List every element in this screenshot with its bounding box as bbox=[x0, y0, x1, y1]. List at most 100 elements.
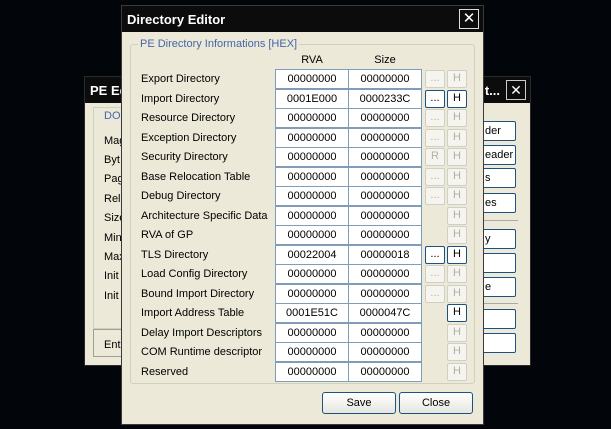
close-button[interactable]: Close bbox=[399, 392, 473, 414]
hex-view-button: H bbox=[447, 70, 467, 88]
size-input[interactable]: 0000233C bbox=[348, 88, 422, 109]
browse-button: ... bbox=[425, 109, 445, 128]
directory-name-label: RVA of GP bbox=[141, 229, 194, 242]
rva-input[interactable]: 00000000 bbox=[275, 225, 349, 246]
browse-button: ... bbox=[425, 187, 445, 206]
directory-name-label: Load Config Directory bbox=[141, 268, 248, 281]
browse-button: ... bbox=[425, 128, 445, 147]
rva-input[interactable]: 00000000 bbox=[275, 264, 349, 285]
rva-input[interactable]: 00000000 bbox=[275, 69, 349, 89]
size-input[interactable]: 00000000 bbox=[348, 283, 422, 304]
directory-name-label: Export Directory bbox=[141, 73, 220, 85]
hex-view-button: H bbox=[447, 343, 467, 362]
pe-editor-close-icon[interactable]: ✕ bbox=[506, 80, 526, 100]
directory-name-label: COM Runtime descriptor bbox=[141, 346, 263, 359]
pe-editor-side-button[interactable]: es bbox=[482, 193, 516, 213]
hex-view-button: H bbox=[447, 128, 467, 147]
rva-input[interactable]: 00000000 bbox=[275, 166, 349, 187]
directory-row: Debug Directory 00000000 00000000... H bbox=[122, 186, 485, 207]
hex-view-button: H bbox=[447, 109, 467, 128]
hex-view-button: H bbox=[447, 167, 467, 186]
pe-editor-side-button[interactable]: eader bbox=[482, 145, 516, 165]
pe-editor-side-button[interactable]: s bbox=[482, 168, 516, 188]
hex-view-button: H bbox=[447, 284, 467, 303]
browse-button[interactable]: ... bbox=[425, 89, 445, 108]
directory-name-label: TLS Directory bbox=[141, 248, 209, 261]
browse-button: ... bbox=[425, 70, 445, 88]
rva-input[interactable]: 00000000 bbox=[275, 127, 349, 148]
rva-input[interactable]: 00000000 bbox=[275, 147, 349, 168]
pe-editor-side-button[interactable] bbox=[482, 253, 516, 273]
directory-name-label: Delay Import Descriptors bbox=[141, 326, 263, 339]
browse-button[interactable]: ... bbox=[425, 245, 445, 264]
size-input[interactable]: 00000000 bbox=[348, 147, 422, 168]
rva-input[interactable]: 00000000 bbox=[275, 362, 349, 382]
directory-editor-dialog: Directory Editor ✕ PE Directory Informat… bbox=[121, 5, 484, 425]
close-icon[interactable]: ✕ bbox=[459, 9, 479, 29]
directory-row: Exception Directory 00000000 00000000... H bbox=[122, 127, 485, 148]
size-input[interactable]: 00000000 bbox=[348, 108, 422, 129]
size-input[interactable]: 00000000 bbox=[348, 362, 422, 382]
rva-input[interactable]: 00000000 bbox=[275, 205, 349, 226]
pe-editor-field-label: Init bbox=[104, 290, 119, 302]
rva-column-header: RVA bbox=[301, 54, 323, 66]
directory-name-label: Security Directory bbox=[141, 151, 228, 164]
rva-input[interactable]: 00000000 bbox=[275, 342, 349, 363]
directory-name-label: Reserved bbox=[141, 366, 189, 378]
size-input[interactable]: 00000000 bbox=[348, 225, 422, 246]
save-button[interactable]: Save bbox=[322, 392, 396, 414]
pe-editor-side-button[interactable] bbox=[482, 333, 516, 353]
directory-name-label: Debug Directory bbox=[141, 190, 221, 203]
size-input[interactable]: 00000000 bbox=[348, 186, 422, 207]
browse-button: ... bbox=[425, 284, 445, 303]
size-input[interactable]: 00000000 bbox=[348, 264, 422, 285]
hex-view-button: H bbox=[447, 187, 467, 206]
rva-input[interactable]: 0001E51C bbox=[275, 303, 349, 324]
size-input[interactable]: 00000000 bbox=[348, 342, 422, 363]
pe-editor-title-tail: t... bbox=[484, 83, 500, 98]
size-column-header: Size bbox=[374, 54, 396, 66]
rva-input[interactable]: 00000000 bbox=[275, 108, 349, 129]
pe-editor-separator bbox=[482, 220, 518, 221]
group-label: PE Directory Informations [HEX] bbox=[138, 38, 300, 50]
directory-row: Base Relocation Table 00000000 00000000...… bbox=[122, 166, 485, 187]
directory-name-label: Base Relocation Table bbox=[141, 170, 251, 183]
rva-input[interactable]: 0001E000 bbox=[275, 88, 349, 109]
directory-row: Reserved 00000000 00000000 H bbox=[122, 362, 485, 382]
pe-editor-side-button[interactable] bbox=[482, 309, 516, 329]
pe-editor-field-label: Min bbox=[104, 232, 122, 244]
pe-editor-side-button[interactable]: y bbox=[482, 229, 516, 249]
rva-input[interactable]: 00000000 bbox=[275, 186, 349, 207]
directory-row: Import Directory 0001E000 0000233C... H bbox=[122, 88, 485, 109]
hex-view-button: H bbox=[447, 323, 467, 342]
size-input[interactable]: 00000000 bbox=[348, 322, 422, 343]
size-input[interactable]: 00000000 bbox=[348, 127, 422, 148]
size-input[interactable]: 00000000 bbox=[348, 166, 422, 187]
size-input[interactable]: 0000047C bbox=[348, 303, 422, 324]
pe-editor-separator bbox=[482, 303, 518, 304]
hex-view-button[interactable]: H bbox=[447, 89, 467, 108]
rva-input[interactable]: 00022004 bbox=[275, 244, 349, 265]
directory-row: Delay Import Descriptors 00000000 00000000… bbox=[122, 322, 485, 343]
directory-row: RVA of GP 00000000 00000000 H bbox=[122, 225, 485, 246]
directory-row: Security Directory 00000000 00000000 R H bbox=[122, 147, 485, 168]
dialog-titlebar[interactable]: Directory Editor ✕ bbox=[122, 6, 483, 32]
directory-name-label: Architecture Specific Data bbox=[141, 209, 268, 222]
hex-view-button[interactable]: H bbox=[447, 245, 467, 264]
hex-view-button[interactable]: H bbox=[447, 304, 467, 323]
hex-view-button: H bbox=[447, 363, 467, 381]
size-input[interactable]: 00000018 bbox=[348, 244, 422, 265]
pe-editor-side-button[interactable]: e bbox=[482, 277, 516, 297]
pe-editor-side-button[interactable]: der bbox=[482, 121, 516, 141]
directory-row: Export Directory 00000000 00000000... H bbox=[122, 69, 485, 89]
directory-name-label: Exception Directory bbox=[141, 131, 237, 144]
pe-editor-field-label: Byt bbox=[104, 154, 120, 166]
directory-row: Resource Directory 00000000 00000000... H bbox=[122, 108, 485, 129]
rva-input[interactable]: 00000000 bbox=[275, 283, 349, 304]
size-input[interactable]: 00000000 bbox=[348, 69, 422, 89]
pe-editor-field-label: Init bbox=[104, 270, 119, 282]
size-input[interactable]: 00000000 bbox=[348, 205, 422, 226]
directory-row: Architecture Specific Data 00000000 000000… bbox=[122, 205, 485, 226]
rva-input[interactable]: 00000000 bbox=[275, 322, 349, 343]
directory-row: Import Address Table 0001E51C 0000047C H bbox=[122, 303, 485, 324]
